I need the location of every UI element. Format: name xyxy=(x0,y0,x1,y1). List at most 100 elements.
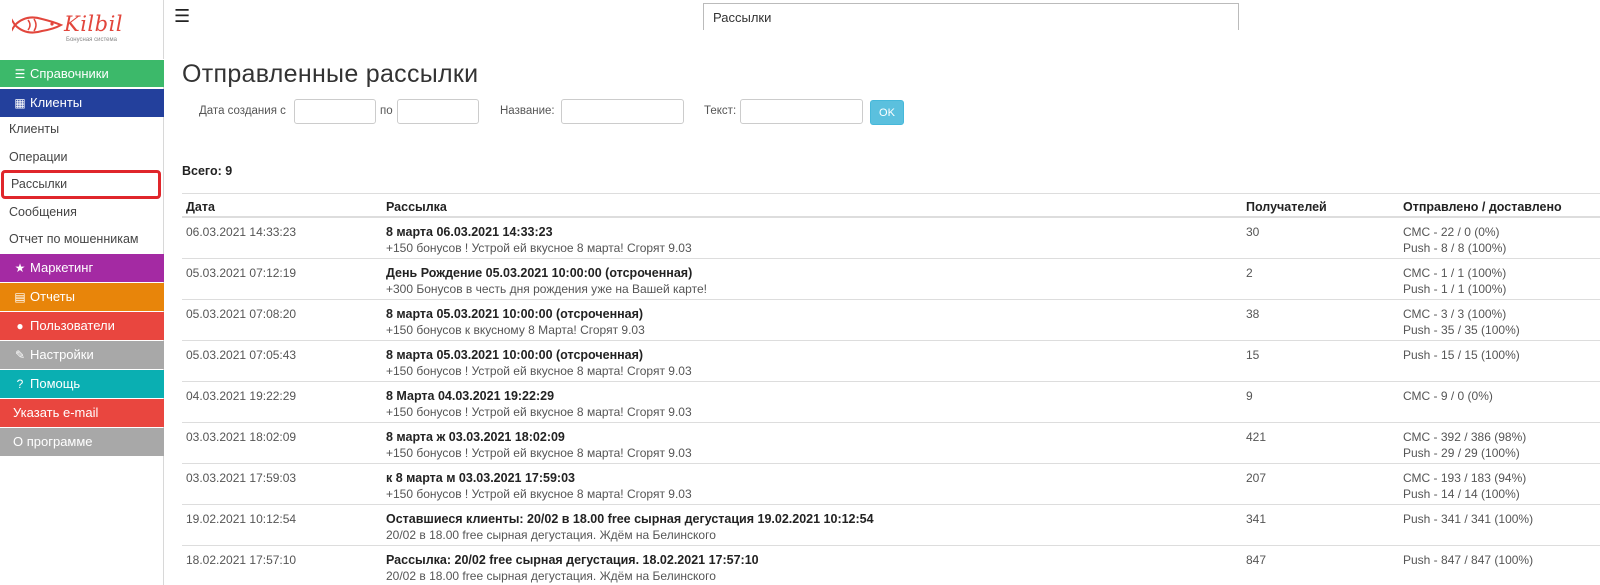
text-filter-input[interactable] xyxy=(740,99,863,124)
mailing-title: 8 марта 05.03.2021 10:00:00 (отсроченная… xyxy=(386,348,644,362)
sidebar-section-label: Справочники xyxy=(30,66,109,81)
sent-line: Push - 35 / 35 (100%) xyxy=(1403,323,1520,337)
row-date: 03.03.2021 18:02:09 xyxy=(186,430,297,444)
table-body: 06.03.2021 14:33:23 8 марта 06.03.2021 14… xyxy=(182,218,1600,585)
row-mailing: 8 марта 05.03.2021 10:00:00 (отсроченная… xyxy=(386,347,692,379)
table-row[interactable]: 19.02.2021 10:12:54 Оставшиеся клиенты: 2… xyxy=(182,505,1600,546)
row-mailing: 8 Марта 04.03.2021 19:22:29 +150 бонусов… xyxy=(386,388,692,420)
sent-line: СМС - 22 / 0 (0%) xyxy=(1403,225,1500,239)
star-icon: ★ xyxy=(14,261,26,275)
table-header: Дата Рассылка Получателей Отправлено / д… xyxy=(182,193,1600,218)
mailing-text: +300 Бонусов в честь дня рождения уже на… xyxy=(386,282,707,296)
date-from-input[interactable] xyxy=(294,99,376,124)
user-icon: ● xyxy=(16,319,24,333)
name-filter-input[interactable] xyxy=(561,99,684,124)
ok-button[interactable]: OK xyxy=(870,100,904,125)
sidebar-section-4[interactable]: ● Пользователи xyxy=(0,312,164,340)
row-recipients: 38 xyxy=(1246,307,1260,321)
table-row[interactable]: 03.03.2021 18:02:09 8 марта ж 03.03.2021 … xyxy=(182,423,1600,464)
header-recipients: Получателей xyxy=(1246,200,1327,214)
table-row[interactable]: 03.03.2021 17:59:03 к 8 марта м 03.03.202… xyxy=(182,464,1600,505)
row-date: 18.02.2021 17:57:10 xyxy=(186,553,297,567)
mailing-title: 8 марта 06.03.2021 14:33:23 xyxy=(386,225,553,239)
row-date: 05.03.2021 07:05:43 xyxy=(186,348,297,362)
table-row[interactable]: 05.03.2021 07:08:20 8 марта 05.03.2021 10… xyxy=(182,300,1600,341)
logo[interactable]: Kilbil Бонусная система xyxy=(12,10,123,46)
sidebar-section-7[interactable]: Указать e-mail xyxy=(0,399,164,427)
sent-line: СМС - 1 / 1 (100%) xyxy=(1403,266,1507,280)
row-date: 06.03.2021 14:33:23 xyxy=(186,225,297,239)
row-date: 04.03.2021 19:22:29 xyxy=(186,389,297,403)
wrench-icon: ✎ xyxy=(14,348,26,362)
sidebar-section-2[interactable]: ★ Маркетинг xyxy=(0,254,164,282)
row-date: 05.03.2021 07:08:20 xyxy=(186,307,297,321)
header-sent: Отправлено / доставлено xyxy=(1403,200,1562,214)
page-title: Отправленные рассылки xyxy=(182,60,479,88)
row-sent: СМС - 3 / 3 (100%) Push - 35 / 35 (100%) xyxy=(1403,306,1520,338)
date-to-input[interactable] xyxy=(397,99,479,124)
mailing-text: 20/02 в 18.00 free сырная дегустация. Жд… xyxy=(386,569,716,583)
sidebar-section-1[interactable]: ▦ Клиенты xyxy=(0,89,164,117)
sidebar-section-label: Пользователи xyxy=(30,318,115,333)
row-recipients: 421 xyxy=(1246,430,1267,444)
date-from-label: Дата создания с xyxy=(199,105,286,117)
sidebar-link-2[interactable]: Рассылки xyxy=(1,170,161,199)
header-date: Дата xyxy=(186,200,215,214)
sidebar-section-6[interactable]: ? Помощь xyxy=(0,370,164,398)
sent-line: СМС - 392 / 386 (98%) xyxy=(1403,430,1527,444)
row-mailing: 8 марта ж 03.03.2021 18:02:09 +150 бонус… xyxy=(386,429,692,461)
report-icon: ▤ xyxy=(14,290,26,304)
date-to-label: по xyxy=(380,105,393,117)
mailing-text: +150 бонусов ! Устрой ей вкусное 8 марта… xyxy=(386,487,692,501)
sent-line: СМС - 9 / 0 (0%) xyxy=(1403,389,1493,403)
menu-toggle-icon[interactable]: ☰ xyxy=(174,6,190,27)
row-mailing: 8 марта 06.03.2021 14:33:23 +150 бонусов … xyxy=(386,224,692,256)
sidebar-link-4[interactable]: Отчет по мошенникам xyxy=(0,226,164,253)
sidebar-link-0[interactable]: Клиенты xyxy=(0,116,164,143)
mailing-title: День Рождение 05.03.2021 10:00:00 (отсро… xyxy=(386,266,693,280)
sent-line: Push - 341 / 341 (100%) xyxy=(1403,512,1534,526)
sidebar-section-3[interactable]: ▤ Отчеты xyxy=(0,283,164,311)
sidebar-link-1[interactable]: Операции xyxy=(0,144,164,171)
table-row[interactable]: 05.03.2021 07:12:19 День Рождение 05.03.2… xyxy=(182,259,1600,300)
row-recipients: 30 xyxy=(1246,225,1260,239)
row-sent: СМС - 9 / 0 (0%) xyxy=(1403,388,1493,404)
name-filter-label: Название: xyxy=(500,105,555,117)
row-recipients: 207 xyxy=(1246,471,1267,485)
row-date: 19.02.2021 10:12:54 xyxy=(186,512,297,526)
row-sent: СМС - 22 / 0 (0%) Push - 8 / 8 (100%) xyxy=(1403,224,1506,256)
mailing-text: +150 бонусов ! Устрой ей вкусное 8 марта… xyxy=(386,364,692,378)
table-row[interactable]: 06.03.2021 14:33:23 8 марта 06.03.2021 14… xyxy=(182,218,1600,259)
row-sent: СМС - 193 / 183 (94%) Push - 14 / 14 (100… xyxy=(1403,470,1526,502)
row-date: 05.03.2021 07:12:19 xyxy=(186,266,297,280)
fish-logo-icon xyxy=(12,16,64,34)
search-input[interactable] xyxy=(703,3,1239,30)
sidebar-section-5[interactable]: ✎ Настройки xyxy=(0,341,164,369)
text-filter-label: Текст: xyxy=(704,105,737,117)
sidebar-section-8[interactable]: О программе xyxy=(0,428,164,456)
row-mailing: Оставшиеся клиенты: 20/02 в 18.00 free с… xyxy=(386,511,874,543)
row-sent: СМС - 1 / 1 (100%) Push - 1 / 1 (100%) xyxy=(1403,265,1506,297)
sent-line: СМС - 3 / 3 (100%) xyxy=(1403,307,1507,321)
mailing-title: 8 марта ж 03.03.2021 18:02:09 xyxy=(386,430,565,444)
sidebar-section-label: О программе xyxy=(13,434,93,449)
table-row[interactable]: 04.03.2021 19:22:29 8 Марта 04.03.2021 19… xyxy=(182,382,1600,423)
table-row[interactable]: 05.03.2021 07:05:43 8 марта 05.03.2021 10… xyxy=(182,341,1600,382)
sidebar-section-label: Помощь xyxy=(30,376,81,391)
row-recipients: 847 xyxy=(1246,553,1267,567)
mailing-title: Рассылка: 20/02 free сырная дегустация. … xyxy=(386,553,759,567)
row-mailing: к 8 марта м 03.03.2021 17:59:03 +150 бону… xyxy=(386,470,692,502)
row-sent: Push - 15 / 15 (100%) xyxy=(1403,347,1520,363)
row-mailing: День Рождение 05.03.2021 10:00:00 (отсро… xyxy=(386,265,707,297)
sent-line: Push - 29 / 29 (100%) xyxy=(1403,446,1520,460)
question-icon: ? xyxy=(16,377,24,391)
mailing-text: +150 бонусов ! Устрой ей вкусное 8 марта… xyxy=(386,446,692,460)
mailing-title: 8 марта 05.03.2021 10:00:00 (отсроченная… xyxy=(386,307,644,321)
row-mailing: 8 марта 05.03.2021 10:00:00 (отсроченная… xyxy=(386,306,645,338)
table-row[interactable]: 18.02.2021 17:57:10 Рассылка: 20/02 free … xyxy=(182,546,1600,585)
sidebar: Kilbil Бонусная система ☰ Справочники ▦ Кли… xyxy=(0,0,164,585)
sidebar-section-0[interactable]: ☰ Справочники xyxy=(0,59,164,87)
sidebar-link-3[interactable]: Сообщения xyxy=(0,199,164,226)
logo-text: Kilbil xyxy=(64,12,123,36)
row-sent: Push - 341 / 341 (100%) xyxy=(1403,511,1533,527)
